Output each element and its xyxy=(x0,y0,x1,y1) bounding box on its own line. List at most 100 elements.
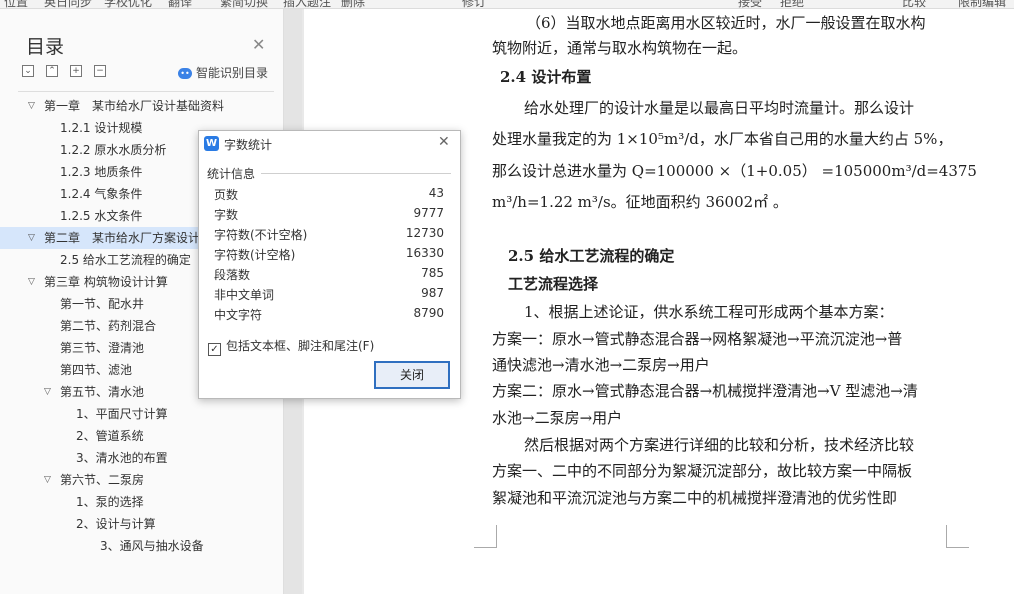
doc-text: 给水处理厂的设计水量是以最高日平均时流量计。那么设计 xyxy=(524,99,915,117)
close-icon[interactable]: ✕ xyxy=(438,134,450,150)
outline-item-label: 第一节、配水井 xyxy=(60,297,145,311)
doc-text: 处理水量我定的为 1×10⁵m³/d，水厂本省自己用的水量大约占 5%， xyxy=(492,130,953,148)
outline-item-label: 第三章 构筑物设计计算 xyxy=(44,275,168,289)
divider xyxy=(261,173,451,174)
word-count-dialog: W 字数统计 ✕ 统计信息 页数 43 字数 9777 字符数(不计空格) 12730 字符… xyxy=(198,130,461,399)
chevron-down-icon[interactable]: ▽ xyxy=(44,381,51,403)
toolbar-item[interactable]: 拒绝 xyxy=(780,0,804,8)
doc-heading: 工艺流程选择 xyxy=(508,275,599,293)
stat-row: 字符数(计空格) 16330 xyxy=(214,246,444,266)
toolbar-item[interactable]: 接受 xyxy=(738,0,762,8)
stat-row: 非中文单词 987 xyxy=(214,286,444,306)
page-corner-mark xyxy=(474,525,497,548)
expand-all-icon[interactable]: ⌃ xyxy=(46,65,58,77)
outline-item-label: 1.2.2 原水水质分析 xyxy=(60,143,167,157)
stat-row: 段落数 785 xyxy=(214,266,444,286)
stats-section-label: 统计信息 xyxy=(207,167,256,181)
chevron-down-icon[interactable]: ▽ xyxy=(28,227,35,249)
toolbar-item[interactable]: 位置 xyxy=(4,0,28,8)
stat-label: 段落数 xyxy=(214,268,251,282)
stat-label: 字数 xyxy=(214,208,239,222)
include-textbox-checkbox[interactable]: ✓ 包括文本框、脚注和尾注(F) xyxy=(208,337,374,356)
doc-text: 1、根据上述论证，供水系统工程可形成两个基本方案： xyxy=(524,303,894,321)
outline-item-label: 第一章 某市给水厂设计基础资料 xyxy=(44,99,225,113)
stat-value: 43 xyxy=(428,186,444,200)
outline-title: 目录 xyxy=(26,36,65,58)
doc-text: m³/h=1.22 m³/s。征地面积约 36002㎡ 。 xyxy=(492,193,788,211)
outline-item-label: 1.2.3 地质条件 xyxy=(60,165,143,179)
smart-toc-icon: •• xyxy=(178,68,192,79)
checkbox-label: 包括文本框、脚注和尾注(F) xyxy=(226,339,375,353)
toolbar-item[interactable]: 比较 xyxy=(902,0,926,8)
outline-item-label: 3、通风与抽水设备 xyxy=(100,539,204,553)
outline-item-label: 2.5 给水工艺流程的确定 xyxy=(60,253,191,267)
outline-item[interactable]: 2、管道系统 xyxy=(0,425,283,447)
toolbar-item[interactable]: 插入题注 xyxy=(283,0,331,8)
outline-item-label: 第二章 某市给水厂方案设计 xyxy=(44,231,201,245)
smart-toc-label: 智能识别目录 xyxy=(196,66,269,80)
toolbar-item[interactable]: 删除 xyxy=(341,0,365,8)
collapse-all-icon[interactable]: ⌄ xyxy=(22,65,34,77)
toolbar-item[interactable]: 限制编辑 xyxy=(958,0,1006,8)
doc-text: 方案一、二中的不同部分为絮凝沉淀部分，故比较方案一中隔板 xyxy=(492,462,913,480)
stat-label: 中文字符 xyxy=(214,308,263,322)
page-corner-mark xyxy=(946,525,969,548)
remove-heading-icon[interactable]: − xyxy=(94,65,106,77)
stat-value: 8790 xyxy=(413,306,444,320)
chevron-down-icon[interactable]: ▽ xyxy=(44,469,51,491)
outline-item[interactable]: 1、平面尺寸计算 xyxy=(0,403,283,425)
divider xyxy=(18,91,274,92)
doc-text: 那么设计总进水量为 Q=100000 ×（1+0.05） =105000m³/d… xyxy=(492,162,977,180)
outline-item-label: 2、管道系统 xyxy=(76,429,144,443)
outline-item-label: 1、泵的选择 xyxy=(76,495,144,509)
stat-label: 字符数(不计空格) xyxy=(214,228,308,242)
smart-toc-button[interactable]: •• 智能识别目录 xyxy=(178,64,268,81)
checkbox-check-icon: ✓ xyxy=(208,343,221,356)
outline-item[interactable]: 3、清水池的布置 xyxy=(0,447,283,469)
stat-label: 页数 xyxy=(214,188,239,202)
doc-text-partial: （6）当取水地点距离用水区较近时，水厂一般设置在取水构 xyxy=(526,14,926,32)
chevron-down-icon[interactable]: ▽ xyxy=(28,271,35,293)
outline-item-label: 1、平面尺寸计算 xyxy=(76,407,168,421)
doc-text: 通快滤池→清水池→二泵房→用户 xyxy=(492,356,710,374)
outline-item-label: 第三节、澄清池 xyxy=(60,341,145,355)
doc-text: 方案一：原水→管式静态混合器→网格絮凝池→平流沉淀池→普 xyxy=(492,330,903,348)
doc-text: 然后根据对两个方案进行详细的比较和分析，技术经济比较 xyxy=(524,436,915,454)
doc-heading: 2.5 给水工艺流程的确定 xyxy=(508,247,675,265)
outline-item[interactable]: 2、设计与计算 xyxy=(0,513,283,535)
stat-value: 785 xyxy=(421,266,444,280)
outline-item-label: 第六节、二泵房 xyxy=(60,473,145,487)
outline-item-label: 1.2.1 设计规模 xyxy=(60,121,143,135)
stat-label: 非中文单词 xyxy=(214,288,275,302)
outline-item[interactable]: ▽ 第一章 某市给水厂设计基础资料 xyxy=(0,95,283,117)
add-heading-icon[interactable]: + xyxy=(70,65,82,77)
toolbar-item[interactable]: 学校优化 xyxy=(104,0,152,8)
toolbar-item[interactable]: 翻译 xyxy=(168,0,192,8)
outline-item-label: 3、清水池的布置 xyxy=(76,451,168,465)
toolbar-item[interactable]: 修订 xyxy=(462,0,486,8)
outline-item-label: 第四节、滤池 xyxy=(60,363,133,377)
doc-text: 絮凝池和平流沉淀池与方案二中的机械搅拌澄清池的优劣性即 xyxy=(492,489,898,507)
outline-item[interactable]: 1、泵的选择 xyxy=(0,491,283,513)
outline-item-label: 第五节、清水池 xyxy=(60,385,145,399)
doc-text: 水池→二泵房→用户 xyxy=(492,409,623,427)
dialog-titlebar[interactable]: W 字数统计 ✕ xyxy=(199,131,460,157)
close-icon[interactable]: ✕ xyxy=(252,35,265,54)
doc-text: 方案二：原水→管式静态混合器→机械搅拌澄清池→V 型滤池→清 xyxy=(492,382,918,400)
doc-heading: 2.4 设计布置 xyxy=(500,68,592,86)
toolbar-item[interactable]: 英日同步 xyxy=(44,0,92,8)
close-button[interactable]: 关闭 xyxy=(374,361,450,389)
outline-item[interactable]: ▽ 第六节、二泵房 xyxy=(0,469,283,491)
stat-value: 16330 xyxy=(405,246,444,260)
dialog-title: 字数统计 xyxy=(224,138,273,152)
outline-item-label: 2、设计与计算 xyxy=(76,517,156,531)
stat-row: 页数 43 xyxy=(214,186,444,206)
doc-text: 筑物附近，通常与取水构筑物在一起。 xyxy=(492,39,748,57)
stat-row: 字符数(不计空格) 12730 xyxy=(214,226,444,246)
chevron-down-icon[interactable]: ▽ xyxy=(28,95,35,117)
toolbar-item[interactable]: 繁简切换 xyxy=(220,0,268,8)
stat-row: 中文字符 8790 xyxy=(214,306,444,326)
stat-value: 12730 xyxy=(405,226,444,240)
stat-value: 9777 xyxy=(413,206,444,220)
outline-item[interactable]: 3、通风与抽水设备 xyxy=(0,535,283,557)
